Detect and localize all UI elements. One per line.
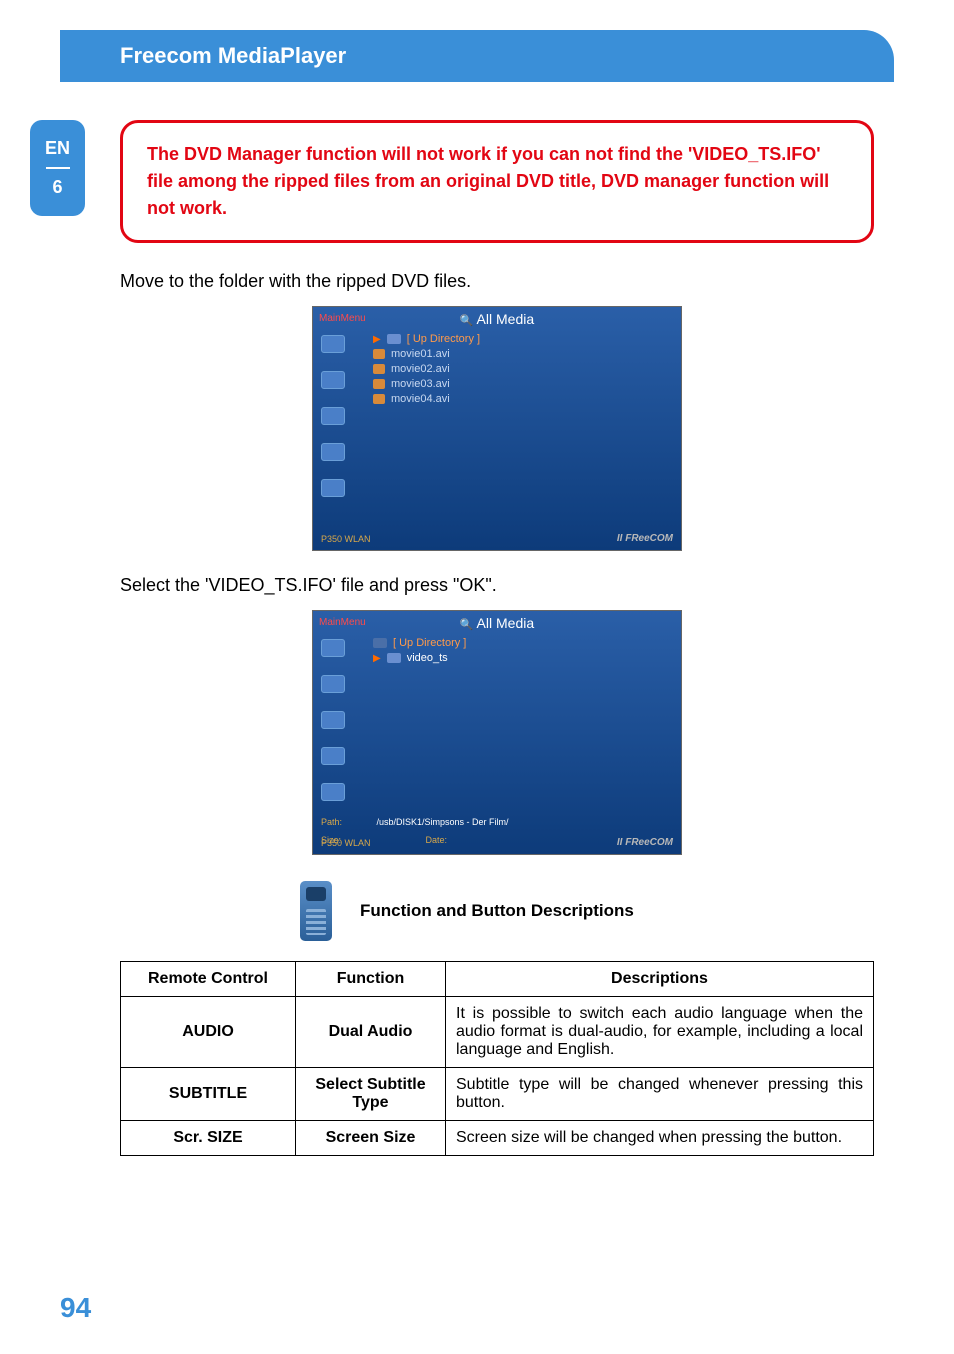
date-label: Date:: [425, 835, 447, 845]
updir-label: [ Up Directory ]: [393, 637, 466, 649]
table-row: Scr. SIZE Screen Size Screen size will b…: [121, 1121, 874, 1156]
table-row: SUBTITLE Select Subtitle Type Subtitle t…: [121, 1068, 874, 1121]
warning-box: The DVD Manager function will not work i…: [120, 120, 874, 243]
path-label: Path:: [321, 817, 342, 827]
sidebar-icon: [321, 675, 345, 693]
ss2-mainmenu: MainMenu: [319, 617, 366, 628]
cell-fn: Screen Size: [296, 1121, 446, 1156]
sidebar-icon: [321, 479, 345, 497]
side-divider: [46, 167, 70, 169]
brand-label: II FReeCOM: [617, 837, 673, 848]
file-name: movie01.avi: [391, 348, 450, 360]
side-tab: EN 6: [30, 120, 85, 216]
path-value: /usb/DISK1/Simpsons - Der Film/: [376, 817, 508, 827]
path-info: Path: /usb/DISK1/Simpsons - Der Film/ Si…: [321, 812, 509, 848]
page-number: 94: [60, 1292, 91, 1324]
remote-icon: [300, 881, 332, 941]
side-lang: EN: [45, 138, 70, 159]
table-row: AUDIO Dual Audio It is possible to switc…: [121, 997, 874, 1068]
ss1-list: ▶ [ Up Directory ] movie01.avi movie02.av…: [373, 333, 480, 405]
page-header: Freecom MediaPlayer: [60, 30, 894, 82]
selected-item: video_ts: [407, 652, 448, 664]
file-icon: [373, 349, 385, 359]
screenshot-1: MainMenu All Media ▶ [ Up Directory ] mov…: [312, 306, 682, 551]
section-title: Function and Button Descriptions: [360, 901, 634, 921]
model-label: P350 WLAN: [321, 534, 371, 544]
arrow-icon: ▶: [373, 653, 381, 664]
list-item: movie01.avi: [373, 348, 480, 360]
file-icon: [373, 379, 385, 389]
folder-icon: [387, 334, 401, 344]
ss2-list: [ Up Directory ] ▶ video_ts: [373, 637, 466, 664]
sidebar-icon: [321, 747, 345, 765]
model-label: P350 WLAN: [321, 838, 371, 848]
file-name: movie02.avi: [391, 363, 450, 375]
list-item: ▶ video_ts: [373, 652, 466, 664]
th-remote-control: Remote Control: [121, 962, 296, 997]
list-item: movie02.avi: [373, 363, 480, 375]
list-item: movie03.avi: [373, 378, 480, 390]
folder-icon: [387, 653, 401, 663]
table-header-row: Remote Control Function Descriptions: [121, 962, 874, 997]
sidebar-icon: [321, 407, 345, 425]
list-item: movie04.avi: [373, 393, 480, 405]
arrow-icon: ▶: [373, 334, 381, 345]
warning-text: The DVD Manager function will not work i…: [147, 141, 847, 222]
cell-rc: AUDIO: [121, 997, 296, 1068]
ss1-mainmenu: MainMenu: [319, 313, 366, 324]
ss2-title: All Media: [460, 615, 534, 631]
cell-desc: It is possible to switch each audio lang…: [446, 997, 874, 1068]
th-descriptions: Descriptions: [446, 962, 874, 997]
ss1-title: All Media: [460, 311, 534, 327]
page-content: The DVD Manager function will not work i…: [120, 120, 874, 1156]
sidebar-icon: [321, 639, 345, 657]
file-name: movie03.avi: [391, 378, 450, 390]
cell-rc: SUBTITLE: [121, 1068, 296, 1121]
ss2-bottombar: Path: /usb/DISK1/Simpsons - Der Film/ Si…: [321, 812, 673, 848]
sidebar-icon: [321, 371, 345, 389]
updir-label: [ Up Directory ]: [407, 333, 480, 345]
header-title: Freecom MediaPlayer: [120, 43, 346, 69]
th-function: Function: [296, 962, 446, 997]
brand-label: II FReeCOM: [617, 533, 673, 544]
ss1-sidebar: [321, 335, 361, 497]
cell-desc: Screen size will be changed when pressin…: [446, 1121, 874, 1156]
sidebar-icon: [321, 711, 345, 729]
sidebar-icon: [321, 783, 345, 801]
sidebar-icon: [321, 443, 345, 461]
cell-fn: Dual Audio: [296, 997, 446, 1068]
step1-text: Move to the folder with the ripped DVD f…: [120, 271, 874, 292]
list-item: ▶ [ Up Directory ]: [373, 333, 480, 345]
descriptions-table: Remote Control Function Descriptions AUD…: [120, 961, 874, 1156]
cell-rc: Scr. SIZE: [121, 1121, 296, 1156]
file-name: movie04.avi: [391, 393, 450, 405]
side-chapter: 6: [52, 177, 62, 198]
folder-icon: [373, 638, 387, 648]
step2-text: Select the 'VIDEO_TS.IFO' file and press…: [120, 575, 874, 596]
cell-fn: Select Subtitle Type: [296, 1068, 446, 1121]
screenshot-2: MainMenu All Media [ Up Directory ] ▶ vid…: [312, 610, 682, 855]
ss2-sidebar: [321, 639, 361, 801]
section-header-row: Function and Button Descriptions: [300, 881, 874, 941]
file-icon: [373, 394, 385, 404]
file-icon: [373, 364, 385, 374]
list-item: [ Up Directory ]: [373, 637, 466, 649]
cell-desc: Subtitle type will be changed whenever p…: [446, 1068, 874, 1121]
ss1-bottombar: P350 WLAN II FReeCOM: [321, 533, 673, 544]
sidebar-icon: [321, 335, 345, 353]
